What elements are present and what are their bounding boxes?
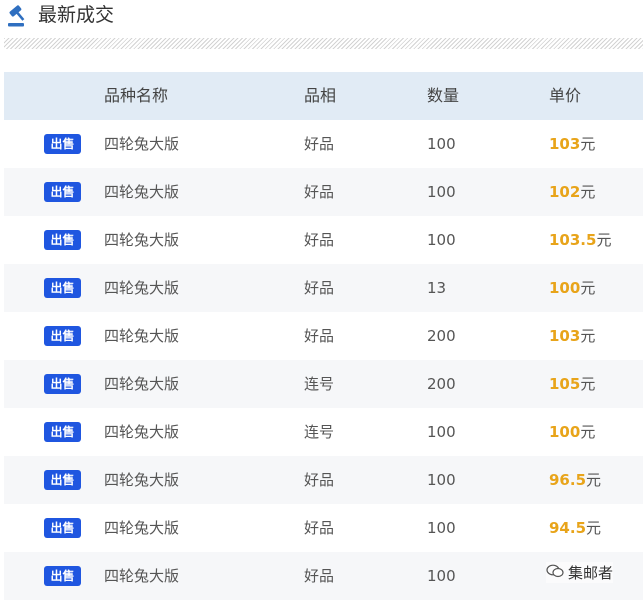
table-row[interactable]: 出售 四轮兔大版 好品 200 103元: [4, 312, 643, 360]
sell-badge: 出售: [44, 566, 81, 586]
item-name: 四轮兔大版: [104, 135, 180, 153]
item-quantity: 13: [427, 279, 447, 297]
price-unit: 元: [580, 135, 596, 153]
deals-table: 品种名称 品相 数量 单价 出售 四轮兔大版 好品 100 103元 出售 四轮兔大版 好品 1…: [4, 72, 643, 600]
item-name: 四轮兔大版: [104, 327, 180, 345]
column-header-name: 品种名称: [104, 86, 169, 105]
wechat-icon: [546, 564, 564, 582]
item-grade: 好品: [304, 135, 335, 153]
price-unit: 元: [580, 327, 596, 345]
hatch-divider: [4, 38, 643, 49]
item-quantity: 100: [427, 183, 456, 201]
price-unit: 元: [580, 423, 596, 441]
price-value: 105: [549, 375, 581, 393]
item-price: 103.5元: [549, 216, 611, 264]
table-row[interactable]: 出售 四轮兔大版 好品 100 102元: [4, 168, 643, 216]
item-price: 100元: [549, 264, 595, 312]
item-quantity: 100: [427, 231, 456, 249]
sell-badge: 出售: [44, 422, 81, 442]
price-unit: 元: [596, 231, 612, 249]
item-price: 100元: [549, 408, 595, 456]
sell-badge: 出售: [44, 230, 81, 250]
item-grade: 好品: [304, 279, 335, 297]
sell-badge: 出售: [44, 326, 81, 346]
item-quantity: 200: [427, 375, 456, 393]
sell-badge: 出售: [44, 278, 81, 298]
price-unit: 元: [580, 375, 596, 393]
price-value: 100: [549, 423, 581, 441]
sell-badge: 出售: [44, 374, 81, 394]
table-row[interactable]: 出售 四轮兔大版 连号 100 100元: [4, 408, 643, 456]
price-unit: 元: [580, 279, 596, 297]
item-name: 四轮兔大版: [104, 471, 180, 489]
table-row[interactable]: 出售 四轮兔大版 好品 100 96.5元: [4, 456, 643, 504]
sell-badge: 出售: [44, 134, 81, 154]
item-quantity: 100: [427, 567, 456, 585]
item-name: 四轮兔大版: [104, 567, 180, 585]
item-grade: 好品: [304, 327, 335, 345]
table-row[interactable]: 出售 四轮兔大版 好品 100 94.5元: [4, 504, 643, 552]
item-grade: 好品: [304, 519, 335, 537]
gavel-icon: [6, 4, 30, 28]
item-name: 四轮兔大版: [104, 375, 180, 393]
item-name: 四轮兔大版: [104, 183, 180, 201]
column-header-price: 单价: [549, 86, 582, 105]
section-header: 最新成交: [0, 0, 643, 34]
watermark-text: 集邮者: [568, 564, 614, 582]
price-value: 96.5: [549, 471, 587, 489]
item-grade: 好品: [304, 183, 335, 201]
item-grade: 好品: [304, 471, 335, 489]
price-value: 103: [549, 327, 581, 345]
sell-badge: 出售: [44, 182, 81, 202]
price-value: 102: [549, 183, 581, 201]
item-name: 四轮兔大版: [104, 423, 180, 441]
table-header: 品种名称 品相 数量 单价: [4, 72, 643, 120]
item-price: 103元: [549, 120, 595, 168]
item-grade: 连号: [304, 375, 335, 393]
table-row[interactable]: 出售 四轮兔大版 好品 100 103元: [4, 120, 643, 168]
item-quantity: 100: [427, 135, 456, 153]
item-grade: 好品: [304, 231, 335, 249]
item-price: 103元: [549, 312, 595, 360]
price-value: 103.5: [549, 231, 597, 249]
sell-badge: 出售: [44, 518, 81, 538]
table-row[interactable]: 出售 四轮兔大版 连号 200 105元: [4, 360, 643, 408]
table-row[interactable]: 出售 四轮兔大版 好品 13 100元: [4, 264, 643, 312]
item-price: 96.5元: [549, 456, 601, 504]
table-row[interactable]: 出售 四轮兔大版 好品 100 103.5元: [4, 216, 643, 264]
watermark: 集邮者: [546, 562, 614, 583]
item-quantity: 100: [427, 519, 456, 537]
item-grade: 好品: [304, 567, 335, 585]
table-body: 出售 四轮兔大版 好品 100 103元 出售 四轮兔大版 好品 100 102元 出售 四轮兔大版好…: [4, 120, 643, 600]
sell-badge: 出售: [44, 470, 81, 490]
item-name: 四轮兔大版: [104, 519, 180, 537]
price-value: 103: [549, 135, 581, 153]
column-header-qty: 数量: [427, 86, 460, 105]
item-name: 四轮兔大版: [104, 279, 180, 297]
item-price: 94.5元: [549, 504, 601, 552]
item-price: 102元: [549, 168, 595, 216]
price-value: 94.5: [549, 519, 587, 537]
item-name: 四轮兔大版: [104, 231, 180, 249]
price-unit: 元: [580, 183, 596, 201]
section-title: 最新成交: [38, 4, 115, 26]
price-unit: 元: [586, 471, 602, 489]
price-unit: 元: [586, 519, 602, 537]
item-quantity: 100: [427, 423, 456, 441]
item-price: 105元: [549, 360, 595, 408]
item-grade: 连号: [304, 423, 335, 441]
item-quantity: 100: [427, 471, 456, 489]
price-value: 100: [549, 279, 581, 297]
item-quantity: 200: [427, 327, 456, 345]
column-header-grade: 品相: [304, 86, 337, 105]
